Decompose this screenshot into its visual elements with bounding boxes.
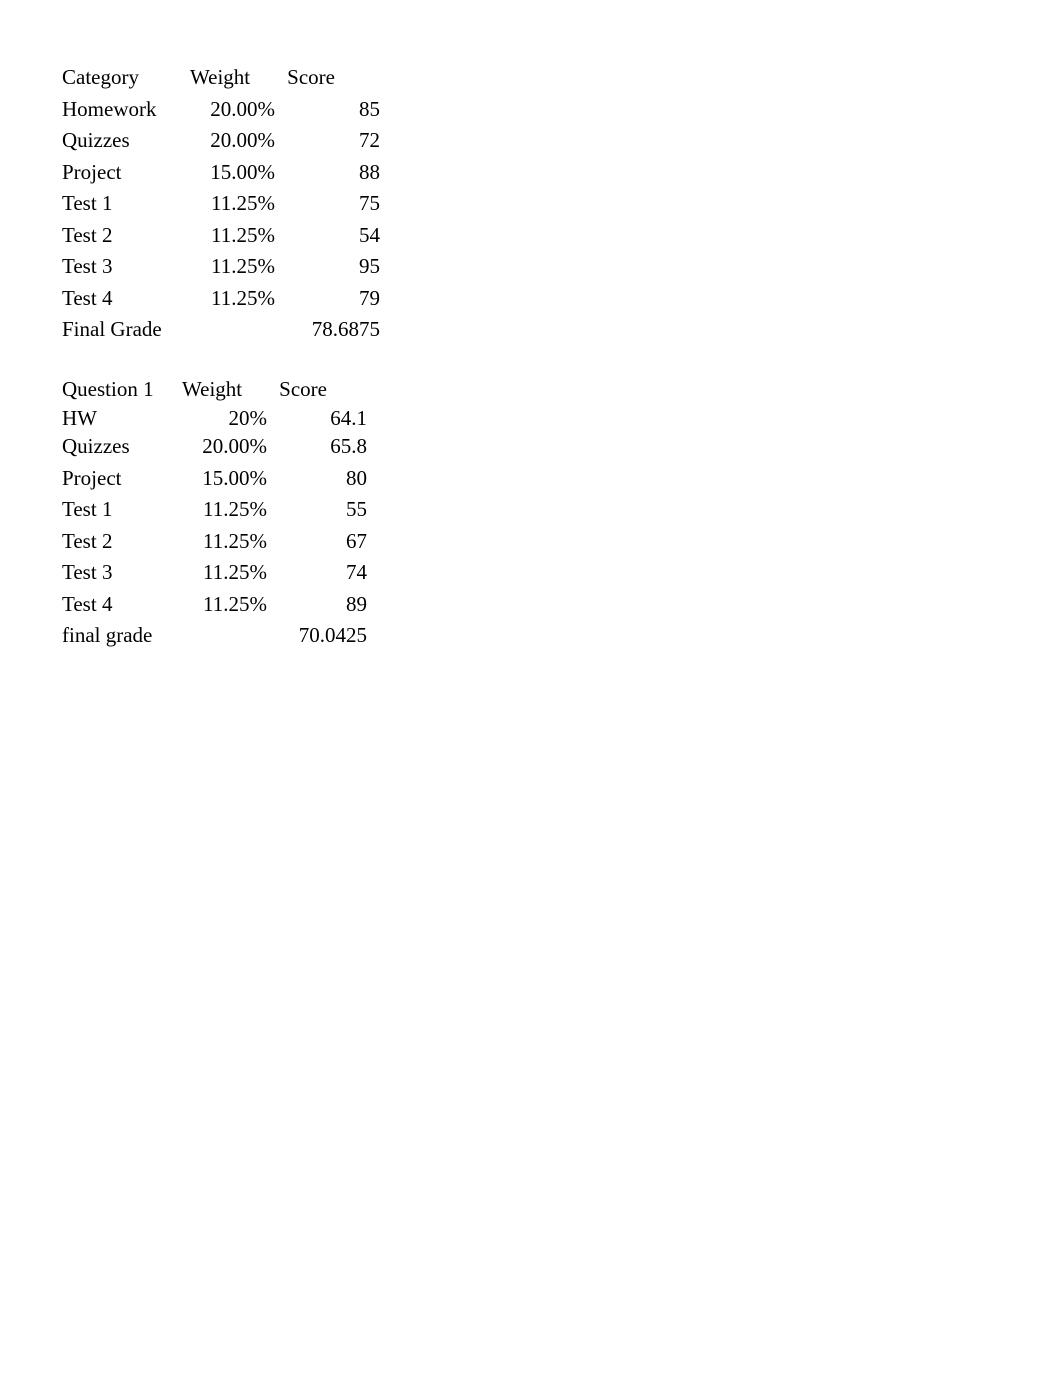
final-grade-label: final grade (62, 620, 182, 652)
cell-category: Test 2 (62, 526, 182, 558)
cell-category: Test 4 (62, 589, 182, 621)
cell-weight: 20.00% (190, 125, 275, 157)
table-header-row: Category Weight Score (62, 62, 1062, 94)
cell-weight: 11.25% (182, 526, 267, 558)
table-row: Test 4 11.25% 79 (62, 283, 1062, 315)
cell-weight: 20% (182, 405, 267, 431)
cell-score: 65.8 (267, 431, 367, 463)
cell-category: Project (62, 463, 182, 495)
final-grade-value: 70.0425 (267, 620, 367, 652)
header-weight: Weight (182, 374, 267, 406)
table-row: Quizzes 20.00% 72 (62, 125, 1062, 157)
cell-score: 85 (275, 94, 380, 126)
cell-score: 67 (267, 526, 367, 558)
cell-weight: 15.00% (190, 157, 275, 189)
final-grade-value: 78.6875 (275, 314, 380, 346)
cell-weight: 15.00% (182, 463, 267, 495)
header-score: Score (275, 62, 335, 94)
grade-table-1: Category Weight Score Homework 20.00% 85… (62, 62, 1062, 346)
cell-weight: 11.25% (182, 589, 267, 621)
cell-weight: 11.25% (190, 188, 275, 220)
table-row: Test 2 11.25% 54 (62, 220, 1062, 252)
cell-score: 55 (267, 494, 367, 526)
table-row: Project 15.00% 80 (62, 463, 1062, 495)
table-row: Test 3 11.25% 74 (62, 557, 1062, 589)
empty-cell (182, 620, 267, 652)
cell-score: 75 (275, 188, 380, 220)
cell-category: Quizzes (62, 431, 182, 463)
header-score: Score (267, 374, 327, 406)
cell-score: 54 (275, 220, 380, 252)
cell-category: Test 3 (62, 251, 190, 283)
cell-score: 80 (267, 463, 367, 495)
table-row: Project 15.00% 88 (62, 157, 1062, 189)
cell-weight: 11.25% (190, 220, 275, 252)
cell-score: 74 (267, 557, 367, 589)
cell-category: Test 1 (62, 494, 182, 526)
cell-weight: 11.25% (182, 557, 267, 589)
table-row: Test 1 11.25% 55 (62, 494, 1062, 526)
table-header-row: Question 1 Weight Score (62, 374, 1062, 406)
cell-score: 88 (275, 157, 380, 189)
cell-category: Test 3 (62, 557, 182, 589)
cell-score: 89 (267, 589, 367, 621)
cell-category: HW (62, 405, 182, 431)
cell-category: Project (62, 157, 190, 189)
final-grade-label: Final Grade (62, 314, 190, 346)
header-category: Category (62, 62, 190, 94)
cell-weight: 11.25% (190, 251, 275, 283)
cell-weight: 11.25% (182, 494, 267, 526)
cell-score: 95 (275, 251, 380, 283)
table-row: Quizzes 20.00% 65.8 (62, 431, 1062, 463)
final-grade-row: Final Grade 78.6875 (62, 314, 1062, 346)
table-row: Homework 20.00% 85 (62, 94, 1062, 126)
header-weight: Weight (190, 62, 275, 94)
table-row: Test 2 11.25% 67 (62, 526, 1062, 558)
cell-category: Test 4 (62, 283, 190, 315)
final-grade-row: final grade 70.0425 (62, 620, 1062, 652)
cell-weight: 11.25% (190, 283, 275, 315)
table-row: Test 3 11.25% 95 (62, 251, 1062, 283)
cell-score: 72 (275, 125, 380, 157)
cell-category: Quizzes (62, 125, 190, 157)
table-row: Test 1 11.25% 75 (62, 188, 1062, 220)
cell-category: Test 2 (62, 220, 190, 252)
empty-cell (190, 314, 275, 346)
header-category: Question 1 (62, 374, 182, 406)
table-row: Test 4 11.25% 89 (62, 589, 1062, 621)
cell-weight: 20.00% (190, 94, 275, 126)
cell-category: Test 1 (62, 188, 190, 220)
grade-table-2: Question 1 Weight Score HW 20% 64.1 Quiz… (62, 374, 1062, 652)
cell-category: Homework (62, 94, 190, 126)
cell-score: 79 (275, 283, 380, 315)
table-row: HW 20% 64.1 (62, 405, 1062, 431)
cell-weight: 20.00% (182, 431, 267, 463)
cell-score: 64.1 (267, 405, 367, 431)
